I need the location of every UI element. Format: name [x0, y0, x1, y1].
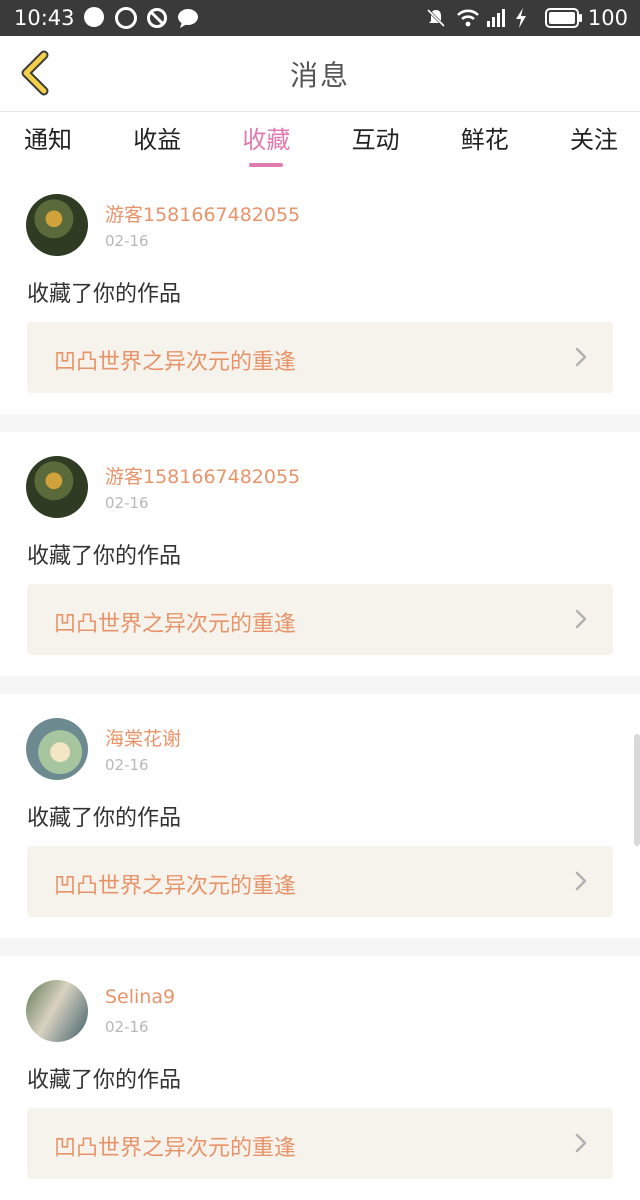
- tab-follows[interactable]: 关注: [570, 116, 618, 167]
- list-item: Selina9 02-16 收藏了你的作品 凹凸世界之异次元的重逢: [0, 956, 640, 1200]
- message-icon: [83, 7, 106, 29]
- divider: [0, 938, 640, 956]
- action-text: 收藏了你的作品: [27, 1068, 182, 1093]
- work-title: 凹凸世界之异次元的重逢: [54, 1136, 297, 1161]
- avatar[interactable]: [26, 194, 88, 256]
- message-date: 02-16: [105, 756, 149, 774]
- status-bar: 10:43 100: [0, 0, 640, 36]
- user-name[interactable]: Selina9: [105, 986, 175, 1008]
- chevron-right-icon: [575, 609, 587, 629]
- avatar[interactable]: [26, 718, 88, 780]
- status-bar-left: 10:43: [14, 6, 199, 30]
- chevron-right-icon: [575, 1133, 587, 1153]
- tab-notifications[interactable]: 通知: [24, 116, 72, 167]
- chat-bubble-icon: [177, 7, 199, 29]
- user-name[interactable]: 游客1581667482055: [105, 200, 300, 227]
- battery-icon: [544, 8, 582, 28]
- tab-favorites[interactable]: 收藏: [242, 116, 290, 167]
- tab-bar: 通知 收益 收藏 互动 鲜花 关注: [0, 112, 640, 170]
- avatar[interactable]: [26, 980, 88, 1042]
- work-title: 凹凸世界之异次元的重逢: [54, 874, 297, 899]
- message-date: 02-16: [105, 232, 149, 250]
- list-item: 游客1581667482055 02-16 收藏了你的作品 凹凸世界之异次元的重…: [0, 170, 640, 414]
- blocked-icon: [146, 7, 168, 29]
- scrollbar[interactable]: [634, 734, 640, 846]
- status-bar-right: 100: [425, 6, 628, 30]
- work-link[interactable]: 凹凸世界之异次元的重逢: [27, 584, 613, 655]
- work-link[interactable]: 凹凸世界之异次元的重逢: [27, 322, 613, 393]
- avatar[interactable]: [26, 456, 88, 518]
- tab-flowers[interactable]: 鲜花: [461, 116, 509, 167]
- qq-icon: [114, 7, 137, 29]
- app-header: 消息: [0, 36, 640, 112]
- battery-level: 100: [587, 6, 628, 30]
- charging-icon: [514, 7, 536, 29]
- chevron-right-icon: [575, 871, 587, 891]
- action-text: 收藏了你的作品: [27, 806, 182, 831]
- list-item: 海棠花谢 02-16 收藏了你的作品 凹凸世界之异次元的重逢: [0, 694, 640, 938]
- divider: [0, 414, 640, 432]
- mute-bell-icon: [425, 7, 447, 29]
- message-list: 游客1581667482055 02-16 收藏了你的作品 凹凸世界之异次元的重…: [0, 170, 640, 1200]
- tab-interactions[interactable]: 互动: [352, 116, 400, 167]
- back-button[interactable]: [16, 50, 56, 96]
- page-title: 消息: [289, 58, 350, 92]
- action-text: 收藏了你的作品: [27, 282, 182, 307]
- action-text: 收藏了你的作品: [27, 544, 182, 569]
- list-item: 游客1581667482055 02-16 收藏了你的作品 凹凸世界之异次元的重…: [0, 432, 640, 676]
- chevron-right-icon: [575, 347, 587, 367]
- back-arrow-icon: [21, 50, 49, 96]
- divider: [0, 676, 640, 694]
- work-link[interactable]: 凹凸世界之异次元的重逢: [27, 846, 613, 917]
- work-title: 凹凸世界之异次元的重逢: [54, 350, 297, 375]
- status-time: 10:43: [14, 6, 75, 30]
- user-name[interactable]: 海棠花谢: [105, 724, 181, 751]
- tab-earnings[interactable]: 收益: [133, 116, 181, 167]
- work-title: 凹凸世界之异次元的重逢: [54, 612, 297, 637]
- user-name[interactable]: 游客1581667482055: [105, 462, 300, 489]
- work-link[interactable]: 凹凸世界之异次元的重逢: [27, 1108, 613, 1179]
- signal-icon: [486, 9, 505, 27]
- message-date: 02-16: [105, 1018, 149, 1036]
- message-date: 02-16: [105, 494, 149, 512]
- wifi-icon: [456, 7, 479, 29]
